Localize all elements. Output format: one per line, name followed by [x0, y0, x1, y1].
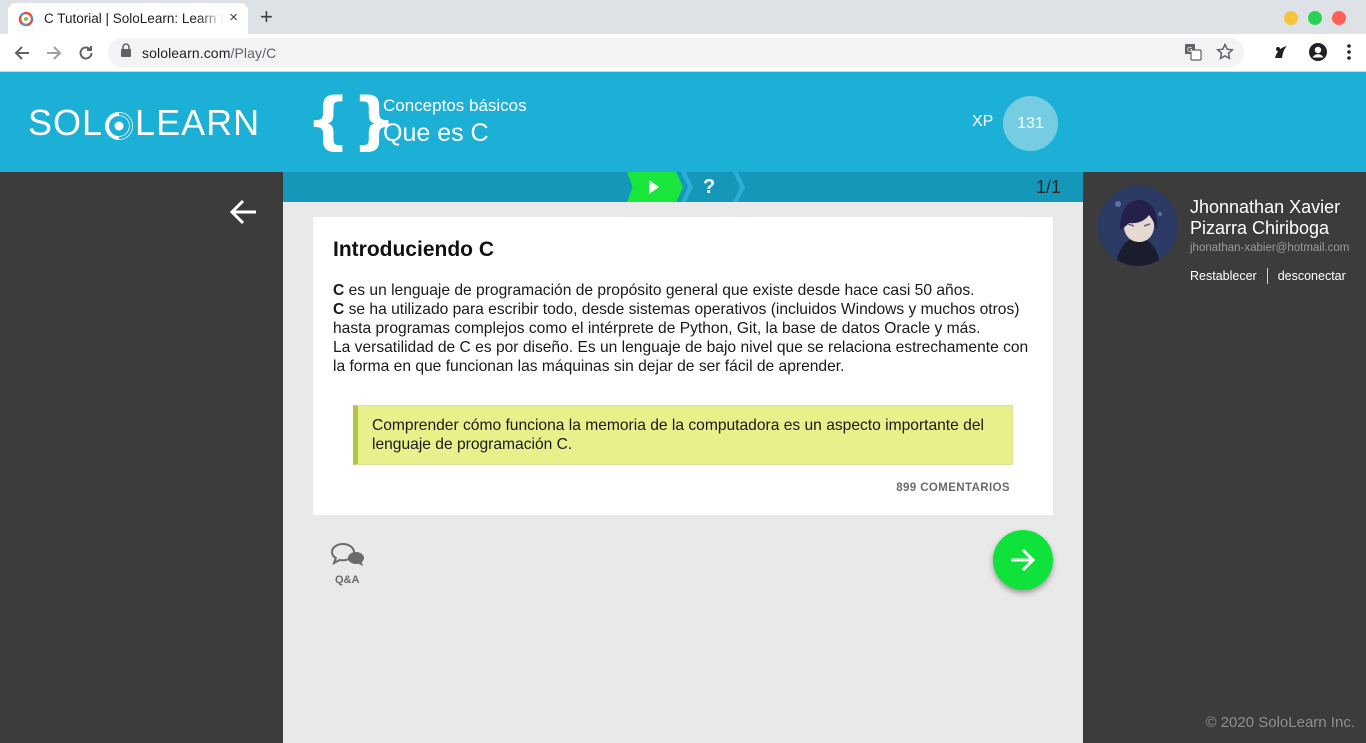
logo-text-right: LEARN	[135, 102, 261, 143]
next-button[interactable]	[993, 530, 1053, 590]
extension-icon[interactable]	[1272, 43, 1290, 66]
lesson-card: Introduciendo C C es un lenguaje de prog…	[313, 217, 1053, 515]
profile-icon[interactable]	[1308, 42, 1328, 67]
site-header: SOL LEARN {} Conceptos básicos Que es C …	[0, 72, 1366, 172]
logo-text-left: SOL	[28, 102, 104, 143]
logout-link[interactable]: desconectar	[1278, 269, 1346, 283]
close-window-button[interactable]	[1332, 11, 1346, 25]
url-text: sololearn.com/Play/C	[142, 45, 276, 61]
paragraph-text: se ha utilizado para escribir todo, desd…	[333, 301, 1020, 337]
xp-badge: 131	[1003, 96, 1058, 151]
svg-text:G: G	[1187, 46, 1192, 54]
logo-swirl-icon	[104, 108, 134, 140]
lesson-card-title: Introduciendo C	[333, 238, 494, 261]
lesson-card-body: C es un lenguaje de programación de prop…	[333, 281, 1033, 376]
address-bar[interactable]: sololearn.com/Play/C G	[108, 38, 1244, 67]
bold-term: C	[333, 282, 345, 299]
sololearn-logo[interactable]: SOL LEARN	[28, 102, 260, 144]
arrow-right-icon	[1011, 548, 1036, 572]
qa-label: Q&A	[335, 574, 360, 586]
paragraph: C es un lenguaje de programación de prop…	[333, 281, 1033, 300]
avatar[interactable]	[1098, 186, 1178, 266]
lesson-title: Que es C	[383, 119, 489, 147]
lesson-area: ? 1/1 Introduciendo C C es un lenguaje d…	[283, 172, 1083, 743]
play-icon	[649, 180, 659, 194]
user-email: jhonathan-xabier@hotmail.com	[1190, 242, 1350, 254]
sololearn-favicon-icon	[18, 11, 34, 27]
bold-term: C	[333, 301, 345, 318]
user-name: Jhonnathan Xavier Pizarra Chiriboga	[1190, 197, 1341, 238]
reset-link[interactable]: Restablecer	[1190, 269, 1257, 283]
step-chevron	[733, 172, 745, 202]
url-host: sololearn.com	[142, 44, 231, 61]
bookmark-star-icon[interactable]	[1215, 42, 1235, 66]
paragraph: La versatilidad de C es por diseño. Es u…	[333, 339, 1029, 375]
reload-icon[interactable]	[74, 41, 98, 65]
user-links: Restablecer desconectar	[1190, 268, 1346, 284]
translate-icon[interactable]: G	[1184, 43, 1202, 66]
chat-bubbles-icon	[330, 542, 364, 566]
new-tab-button[interactable]: +	[260, 5, 273, 29]
back-icon[interactable]	[10, 41, 34, 65]
lesson-progress-bar: ? 1/1	[283, 172, 1083, 202]
divider	[1266, 268, 1268, 284]
copyright: © 2020 SoloLearn Inc.	[1205, 714, 1356, 731]
back-arrow-icon[interactable]	[228, 198, 258, 226]
xp-label: XP	[972, 113, 994, 130]
forward-icon[interactable]	[42, 41, 66, 65]
browser-tab[interactable]: C Tutorial | SoloLearn: Learn to Code ×	[8, 3, 248, 34]
minimize-button[interactable]	[1284, 11, 1298, 25]
lock-icon	[120, 43, 132, 62]
paragraph: C se ha utilizado para escribir todo, de…	[333, 300, 1033, 338]
maximize-button[interactable]	[1308, 11, 1322, 25]
url-path: /Play/C	[230, 44, 277, 61]
paragraph-text: es un lenguaje de programación de propós…	[344, 282, 975, 299]
browser-toolbar: sololearn.com/Play/C G	[0, 34, 1366, 72]
browser-tabbar: C Tutorial | SoloLearn: Learn to Code × …	[0, 0, 1366, 34]
tip-note: Comprender cómo funciona la memoria de l…	[353, 405, 1013, 465]
module-name: Conceptos básicos	[383, 96, 527, 115]
comments-link[interactable]: 899 COMENTARIOS	[896, 482, 1010, 494]
tab-close-icon[interactable]: ×	[229, 9, 238, 27]
qa-button[interactable]: Q&A	[329, 540, 369, 592]
window-controls	[1284, 11, 1346, 25]
tab-title: C Tutorial | SoloLearn: Learn to Code	[44, 11, 224, 26]
step-counter: 1/1	[1035, 177, 1061, 197]
browser-menu-icon[interactable]	[1346, 43, 1352, 66]
step-quiz[interactable]: ?	[703, 176, 715, 199]
